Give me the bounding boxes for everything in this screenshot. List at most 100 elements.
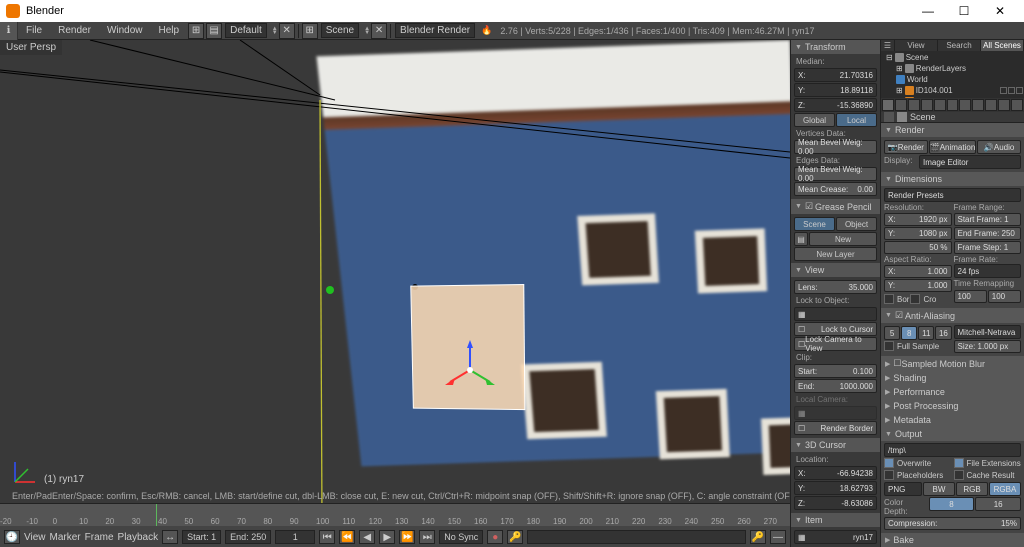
- cursor-z-field[interactable]: Z:-8.63086: [794, 496, 877, 510]
- scene-tab-icon[interactable]: [908, 99, 920, 111]
- range-icon[interactable]: ↔: [162, 530, 178, 544]
- play-icon[interactable]: ▶: [379, 530, 395, 544]
- scene-dropdown[interactable]: Scene: [321, 23, 359, 38]
- screen-browse-icon[interactable]: ⊞: [188, 23, 204, 39]
- format-dropdown[interactable]: PNG: [884, 482, 922, 496]
- cache-check[interactable]: Cache Result: [954, 470, 1022, 480]
- aa-5-button[interactable]: 5: [884, 326, 900, 340]
- grease-new-layer-button[interactable]: New Layer: [794, 247, 877, 261]
- full-sample-check[interactable]: Full Sample: [884, 341, 952, 351]
- key-insert-icon[interactable]: 🔑: [750, 530, 766, 544]
- pin-icon[interactable]: [884, 112, 894, 122]
- aa-size-field[interactable]: Size: 1.000 px: [954, 340, 1022, 353]
- frame-step-prop[interactable]: Frame Step: 1: [954, 241, 1022, 254]
- aa-16-button[interactable]: 16: [935, 326, 951, 340]
- median-x-field[interactable]: X:21.70316: [794, 68, 877, 82]
- lock-camera-check[interactable]: ☐Lock Camera to View: [794, 337, 877, 351]
- space-global-button[interactable]: Global: [794, 113, 835, 127]
- display-dropdown[interactable]: Image Editor: [919, 155, 1021, 169]
- render-engine-dropdown[interactable]: Blender Render: [395, 23, 475, 38]
- item-name-field[interactable]: ▦ryn17: [794, 530, 877, 544]
- autokey-icon[interactable]: ●: [487, 530, 503, 544]
- panel-transform-header[interactable]: Transform: [791, 40, 880, 54]
- sync-dropdown[interactable]: No Sync: [439, 530, 483, 544]
- compression-field[interactable]: Compression:15%: [884, 517, 1021, 530]
- transform-gizmo-icon[interactable]: [445, 340, 495, 390]
- render-button[interactable]: 📷 Render: [884, 140, 928, 154]
- bw-button[interactable]: BW: [923, 482, 955, 496]
- render-border-check[interactable]: ☐Render Border: [794, 421, 877, 435]
- res-pct-field[interactable]: 50 %: [884, 241, 952, 254]
- placeholders-check[interactable]: Placeholders: [884, 470, 952, 480]
- minimize-button[interactable]: —: [910, 1, 946, 21]
- panel-item-header[interactable]: Item: [791, 513, 880, 527]
- aa-panel-header[interactable]: ☑Anti-Aliasing: [881, 308, 1024, 323]
- panel-grease-header[interactable]: ☑Grease Pencil: [791, 199, 880, 214]
- key-delete-icon[interactable]: —: [770, 530, 786, 544]
- render-tab-icon[interactable]: [882, 99, 894, 111]
- menu-file[interactable]: File: [18, 25, 50, 36]
- keyframe-next-icon[interactable]: ⏩: [399, 530, 415, 544]
- clip-end-field[interactable]: End:1000.000: [794, 379, 877, 393]
- audio-button[interactable]: 🔊Audio: [977, 140, 1021, 154]
- scene-add-icon[interactable]: ✕: [371, 23, 387, 39]
- constraints-tab-icon[interactable]: [947, 99, 959, 111]
- start-frame-field[interactable]: Start: 1: [182, 530, 221, 544]
- mean-bevel-edge-field[interactable]: Mean Bevel Weig: 0.00: [794, 167, 877, 181]
- close-button[interactable]: ✕: [982, 1, 1018, 21]
- grease-new-button[interactable]: New: [809, 232, 877, 246]
- space-local-button[interactable]: Local: [836, 113, 877, 127]
- timeline-menu-playback[interactable]: Playback: [118, 532, 159, 543]
- material-tab-icon[interactable]: [985, 99, 997, 111]
- outliner-tab-allscenes[interactable]: All Scenes: [981, 40, 1024, 51]
- menu-window[interactable]: Window: [99, 25, 151, 36]
- breadcrumb-scene[interactable]: Scene: [910, 112, 936, 122]
- end-frame-field[interactable]: End: 250: [225, 530, 271, 544]
- layout-arrows-icon[interactable]: ▲▼: [272, 27, 278, 35]
- outliner-tab-search[interactable]: Search: [938, 40, 981, 51]
- panel-view-header[interactable]: View: [791, 263, 880, 277]
- timeline-menu-view[interactable]: View: [24, 532, 46, 543]
- border-check[interactable]: Bor: [897, 295, 909, 304]
- metadata-panel-header[interactable]: Metadata: [881, 413, 1024, 427]
- render-panel-header[interactable]: Render: [881, 123, 1024, 137]
- timeline-menu-frame[interactable]: Frame: [85, 532, 114, 543]
- dimensions-panel-header[interactable]: Dimensions: [881, 172, 1024, 186]
- grease-object-button[interactable]: Object: [836, 217, 877, 231]
- res-y-field[interactable]: Y:1080 px: [884, 227, 952, 240]
- depth-8-button[interactable]: 8: [929, 497, 975, 511]
- timeline-strip[interactable]: /* ticks handled below by generator */ -…: [0, 504, 790, 526]
- aa-8-button[interactable]: 8: [901, 326, 917, 340]
- lens-field[interactable]: Lens:35.000: [794, 280, 877, 294]
- output-panel-header[interactable]: Output: [881, 427, 1024, 441]
- object-tab-icon[interactable]: [934, 99, 946, 111]
- info-editor-icon[interactable]: ℹ: [0, 22, 18, 40]
- performance-panel-header[interactable]: Performance: [881, 385, 1024, 399]
- aspect-x-field[interactable]: X:1.000: [884, 265, 952, 278]
- scene-arrows-icon[interactable]: ▲▼: [364, 27, 370, 35]
- panel-3dcursor-header[interactable]: 3D Cursor: [791, 438, 880, 452]
- time-old-field[interactable]: 100: [954, 290, 987, 303]
- rgba-button[interactable]: RGBA: [989, 482, 1021, 496]
- render-presets-dropdown[interactable]: Render Presets: [884, 188, 1021, 202]
- current-frame-field[interactable]: 1: [275, 530, 315, 544]
- keyframe-prev-icon[interactable]: ⏪: [339, 530, 355, 544]
- layout-dropdown[interactable]: Default: [225, 23, 267, 38]
- depth-16-button[interactable]: 16: [975, 497, 1021, 511]
- post-panel-header[interactable]: Post Processing: [881, 399, 1024, 413]
- crop-check[interactable]: Cro: [923, 295, 936, 304]
- data-tab-icon[interactable]: [972, 99, 984, 111]
- physics-tab-icon[interactable]: [1011, 99, 1023, 111]
- median-z-field[interactable]: Z:-15.36890: [794, 98, 877, 112]
- end-frame-prop[interactable]: End Frame: 250: [954, 227, 1022, 240]
- jump-end-icon[interactable]: ⏭: [419, 530, 435, 544]
- layout-add-icon[interactable]: ✕: [279, 23, 295, 39]
- lock-cursor-check[interactable]: ☐Lock to Cursor: [794, 322, 877, 336]
- animation-button[interactable]: 🎬Animation: [929, 140, 977, 154]
- aa-11-button[interactable]: 11: [918, 326, 934, 340]
- rgb-button[interactable]: RGB: [956, 482, 988, 496]
- bake-panel-header[interactable]: Bake: [881, 533, 1024, 547]
- cursor-x-field[interactable]: X:-66.94238: [794, 466, 877, 480]
- screen-layout-icon[interactable]: ▤: [206, 23, 222, 39]
- jump-start-icon[interactable]: ⏮: [319, 530, 335, 544]
